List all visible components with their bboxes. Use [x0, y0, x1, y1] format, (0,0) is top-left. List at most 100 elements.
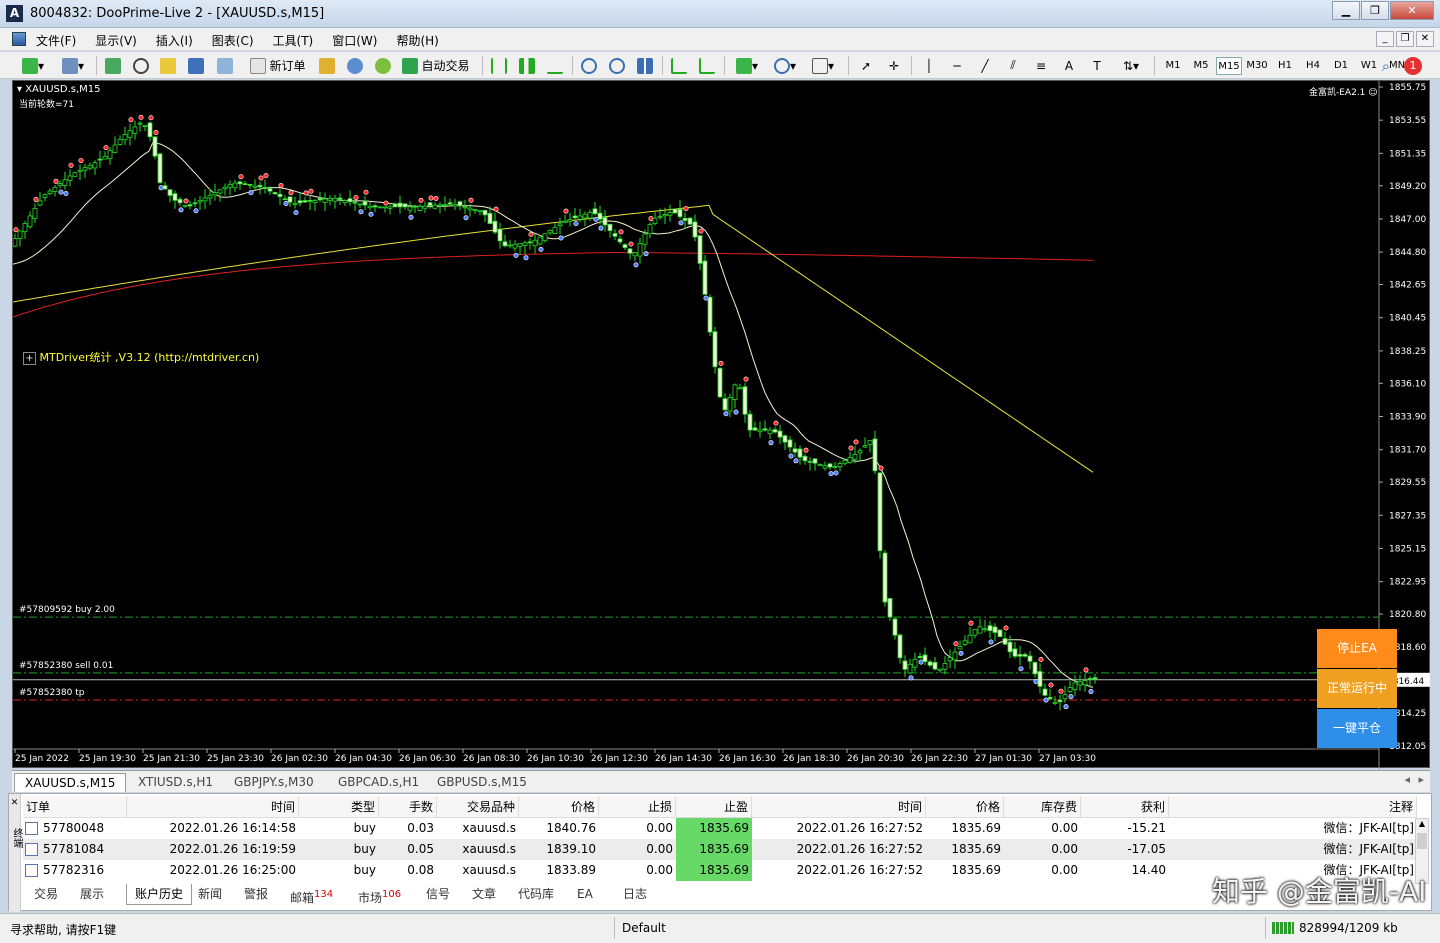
scroll-up-icon[interactable]: ▲	[1416, 819, 1428, 833]
table-row[interactable]: 57780048 2022.01.26 16:14:58 buy 0.03 xauusd…	[23, 818, 1417, 839]
search-button[interactable]: ⌕	[1375, 55, 1397, 76]
chart-tab-2[interactable]: GBPJPY.s,M30	[234, 773, 314, 792]
community-button[interactable]	[344, 55, 366, 76]
profiles-button[interactable]: ▾	[56, 55, 90, 76]
price-chart[interactable]: 1855.75 1853.55 1851.35 1849.20 1847.00 1844.…	[12, 80, 1431, 769]
trendline-button[interactable]: ╱	[974, 55, 996, 76]
new-chart-button[interactable]: ▾	[16, 55, 50, 76]
column-header-5[interactable]: 价格	[519, 796, 599, 818]
terminal-tab-0[interactable]: 交易	[34, 884, 58, 905]
new-order-button[interactable]: 新订单	[246, 55, 310, 76]
timeframe-h4[interactable]: H4	[1300, 57, 1326, 75]
chart-close-button[interactable]: ✕	[1416, 31, 1434, 47]
running-status-button[interactable]: 正常运行中	[1317, 669, 1397, 708]
notifications-button[interactable]: 1	[1402, 55, 1424, 76]
terminal-tab-11[interactable]: 日志	[623, 884, 647, 905]
close-button[interactable]: ✕	[1390, 1, 1434, 20]
terminal-tab-5[interactable]: 邮箱134	[290, 884, 333, 905]
metaeditor-button[interactable]	[316, 55, 338, 76]
navigator-button[interactable]	[157, 55, 179, 76]
tab-scroll-right-icon[interactable]: ▸	[1418, 773, 1424, 786]
timeframe-m15[interactable]: M15	[1216, 57, 1242, 75]
chart-tab-1[interactable]: XTIUSD.s,H1	[138, 773, 213, 792]
tile-windows-button[interactable]	[634, 55, 656, 76]
menu-item-6[interactable]: 帮助(H)	[396, 32, 438, 49]
column-header-12[interactable]: 注释	[1169, 796, 1417, 818]
terminal-tab-9[interactable]: 代码库	[518, 884, 554, 905]
vertical-line-button[interactable]: │	[918, 55, 940, 76]
auto-trading-button[interactable]: 自动交易	[399, 55, 473, 76]
menu-item-0[interactable]: 文件(F)	[36, 32, 76, 49]
column-header-7[interactable]: 止盈	[676, 796, 752, 818]
tester-button[interactable]	[214, 55, 236, 76]
templates-button[interactable]: ▾	[806, 55, 840, 76]
terminal-tab-7[interactable]: 信号	[426, 884, 450, 905]
close-terminal-icon[interactable]: ✕	[9, 798, 20, 808]
expand-icon[interactable]: +	[23, 352, 36, 365]
chart-tab-0[interactable]: XAUUSD.s,M15	[14, 773, 127, 792]
shapes-button[interactable]: ⇅▾	[1114, 55, 1148, 76]
column-header-4[interactable]: 交易品种	[437, 796, 519, 818]
periods-button[interactable]: ▾	[768, 55, 802, 76]
timeframe-h1[interactable]: H1	[1272, 57, 1298, 75]
candlestick-button[interactable]	[516, 55, 538, 76]
timeframe-m30[interactable]: M30	[1244, 57, 1270, 75]
text-tool-button[interactable]: A	[1058, 55, 1080, 76]
terminal-tab-8[interactable]: 文章	[472, 884, 496, 905]
data-window-button[interactable]	[130, 55, 152, 76]
table-row[interactable]: 57782316 2022.01.26 16:25:00 buy 0.08 xauusd…	[23, 860, 1417, 881]
maximize-button[interactable]: ❐	[1361, 1, 1389, 20]
terminal-button[interactable]	[185, 55, 207, 76]
chart-canvas[interactable]: 1855.75 1853.55 1851.35 1849.20 1847.00 1844.…	[13, 81, 1431, 769]
fibonacci-button[interactable]: ≡	[1030, 55, 1052, 76]
label-tool-button[interactable]: T	[1086, 55, 1108, 76]
terminal-tab-2[interactable]: 账户历史	[126, 884, 193, 905]
horizontal-line-button[interactable]: ─	[946, 55, 968, 76]
column-header-2[interactable]: 类型	[299, 796, 379, 818]
column-header-8[interactable]: 时间	[752, 796, 926, 818]
zoom-in-button[interactable]	[578, 55, 600, 76]
close-all-button[interactable]: 一键平仓	[1317, 709, 1397, 748]
chart-restore-button[interactable]: ❐	[1396, 31, 1414, 47]
terminal-tab-6[interactable]: 市场106	[358, 884, 401, 905]
table-row[interactable]: 57781084 2022.01.26 16:19:59 buy 0.05 xauusd…	[23, 839, 1417, 860]
autoscroll-button[interactable]	[668, 55, 690, 76]
column-header-3[interactable]: 手数	[379, 796, 437, 818]
column-header-11[interactable]: 获利	[1081, 796, 1169, 818]
bar-chart-button[interactable]	[488, 55, 510, 76]
zoom-out-button[interactable]	[606, 55, 628, 76]
timeframe-m1[interactable]: M1	[1160, 57, 1186, 75]
column-header-1[interactable]: 时间	[127, 796, 299, 818]
signals-button[interactable]	[372, 55, 394, 76]
terminal-tab-1[interactable]: 展示	[80, 884, 104, 905]
line-chart-button[interactable]	[544, 55, 566, 76]
timeframe-m5[interactable]: M5	[1188, 57, 1214, 75]
chart-minimize-button[interactable]: _	[1376, 31, 1394, 47]
terminal-tab-4[interactable]: 警报	[244, 884, 268, 905]
chart-tab-3[interactable]: GBPCAD.s,H1	[338, 773, 419, 792]
timeframe-d1[interactable]: D1	[1328, 57, 1354, 75]
menu-item-2[interactable]: 插入(I)	[156, 32, 193, 49]
menu-item-4[interactable]: 工具(T)	[273, 32, 314, 49]
column-header-6[interactable]: 止损	[599, 796, 676, 818]
channel-button[interactable]: ⫽	[1002, 55, 1024, 76]
indicators-button[interactable]: ▾	[730, 55, 764, 76]
menu-item-1[interactable]: 显示(V)	[95, 32, 137, 49]
scroll-thumb[interactable]	[1417, 833, 1427, 849]
indicator-label[interactable]: + MTDriver统计 ,V3.12 (http://mtdriver.cn)	[23, 349, 259, 365]
minimize-button[interactable]: ▁	[1332, 1, 1360, 20]
stop-ea-button[interactable]: 停止EA	[1317, 629, 1397, 668]
terminal-tab-3[interactable]: 新闻	[198, 884, 222, 905]
column-header-9[interactable]: 价格	[926, 796, 1004, 818]
menu-item-5[interactable]: 窗口(W)	[332, 32, 377, 49]
cursor-tool-button[interactable]: ➚	[855, 55, 877, 76]
terminal-tab-10[interactable]: EA	[577, 884, 593, 905]
tab-scroll-left-icon[interactable]: ◂	[1404, 773, 1410, 786]
chart-tab-4[interactable]: GBPUSD.s,M15	[437, 773, 527, 792]
column-header-10[interactable]: 库存费	[1004, 796, 1081, 818]
crosshair-tool-button[interactable]: ✛	[883, 55, 905, 76]
market-watch-button[interactable]	[102, 55, 124, 76]
column-header-0[interactable]: 订单	[23, 796, 127, 818]
menu-item-3[interactable]: 图表(C)	[212, 32, 254, 49]
chart-shift-button[interactable]	[696, 55, 718, 76]
